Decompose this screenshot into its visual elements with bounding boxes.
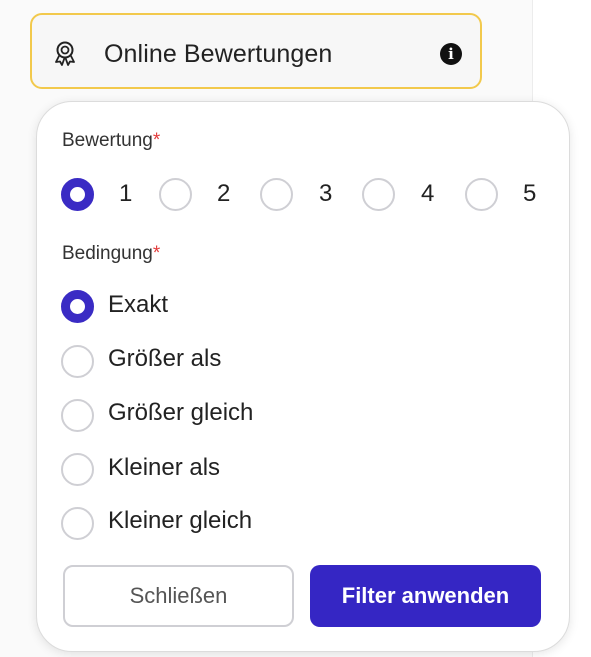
condition-option-label: Größer gleich (108, 399, 254, 426)
required-marker: * (152, 130, 161, 151)
condition-radio-less-than[interactable] (61, 453, 94, 486)
condition-radio-greater-equal[interactable] (61, 399, 94, 432)
filter-chip-title: Online Bewertungen (104, 40, 333, 68)
rating-radio-2[interactable] (159, 178, 192, 211)
rating-option-label: 3 (319, 180, 333, 207)
condition-option-label: Kleiner gleich (108, 507, 253, 534)
condition-radio-greater-than[interactable] (61, 345, 94, 378)
condition-radio-exact[interactable] (61, 290, 94, 323)
apply-filter-button[interactable]: Filter anwenden (310, 565, 541, 627)
award-badge-icon (55, 41, 75, 66)
condition-option-label: Größer als (108, 345, 222, 372)
rating-radio-4[interactable] (362, 178, 395, 211)
rating-label: Bewertung* (62, 130, 161, 151)
rating-filter-popover: Bewertung* 1 2 3 4 5 Bedingung* Exakt Gr… (36, 101, 570, 652)
condition-radio-less-equal[interactable] (61, 507, 94, 540)
rating-option-label: 2 (217, 180, 231, 207)
online-ratings-filter-chip[interactable]: Online Bewertungen i (30, 13, 482, 89)
rating-radio-5[interactable] (465, 178, 498, 211)
rating-option-label: 1 (119, 180, 133, 207)
condition-option-label: Kleiner als (108, 454, 221, 481)
rating-radio-1[interactable] (61, 178, 94, 211)
close-button[interactable]: Schließen (63, 565, 294, 627)
required-marker: * (152, 243, 161, 264)
rating-radio-3[interactable] (260, 178, 293, 211)
condition-option-label: Exakt (108, 291, 169, 318)
rating-option-label: 4 (421, 180, 435, 207)
info-icon[interactable]: i (440, 43, 462, 65)
rating-option-label: 5 (523, 180, 537, 207)
condition-label: Bedingung* (62, 243, 161, 264)
